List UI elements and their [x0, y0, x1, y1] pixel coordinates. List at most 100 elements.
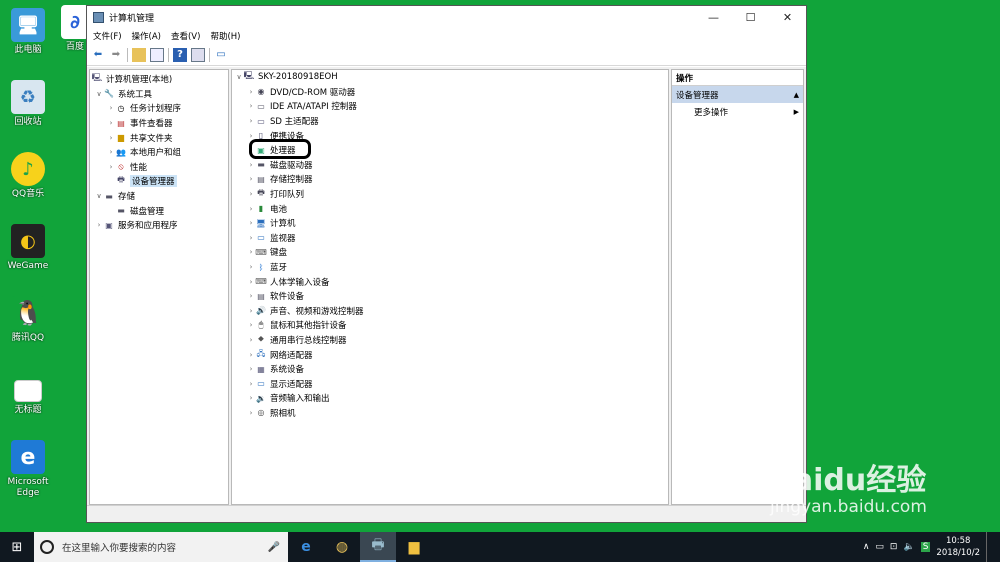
- device-category-row[interactable]: › ▭ 监视器: [232, 231, 668, 246]
- battery-icon[interactable]: ▭: [875, 542, 884, 552]
- back-icon[interactable]: ⬅: [91, 48, 105, 62]
- chevron-right-icon[interactable]: ›: [246, 263, 256, 271]
- menu-action[interactable]: 操作(A): [132, 30, 161, 42]
- device-category-row[interactable]: › ᛒ 蓝牙: [232, 260, 668, 275]
- up-folder-icon[interactable]: [132, 47, 146, 62]
- device-category-row[interactable]: › ⌨ 键盘: [232, 245, 668, 260]
- device-category-row[interactable]: › 🖱 鼠标和其他指针设备: [232, 318, 668, 333]
- chevron-right-icon[interactable]: ›: [246, 380, 256, 388]
- menu-help[interactable]: 帮助(H): [210, 30, 240, 42]
- more-actions[interactable]: 更多操作 ▶: [672, 103, 803, 120]
- chevron-right-icon[interactable]: ›: [106, 134, 116, 142]
- desktop-icon-qq-music[interactable]: ♪ QQ音乐: [2, 152, 54, 200]
- tree-task-scheduler[interactable]: › ◷ 任务计划程序: [90, 101, 228, 116]
- tree-shared-folders[interactable]: › ▆ 共享文件夹: [90, 130, 228, 145]
- chevron-right-icon[interactable]: ›: [246, 175, 256, 183]
- device-category-row[interactable]: › ⯁ 通用串行总线控制器: [232, 333, 668, 348]
- desktop-icon-qq[interactable]: 🐧 腾讯QQ: [2, 296, 54, 344]
- tree-services-apps[interactable]: › ▣ 服务和应用程序: [90, 218, 228, 233]
- chevron-right-icon[interactable]: ›: [106, 148, 116, 156]
- chevron-down-icon[interactable]: ∨: [94, 90, 104, 98]
- device-category-row[interactable]: › 🔊 声音、视频和游戏控制器: [232, 304, 668, 319]
- clock[interactable]: 10:58 2018/10/2: [936, 535, 980, 559]
- actions-section-device-manager[interactable]: 设备管理器 ▲: [672, 86, 803, 103]
- properties-icon[interactable]: [191, 47, 205, 62]
- volume-icon[interactable]: 🔈: [903, 542, 914, 552]
- input-method-icon[interactable]: S: [920, 542, 931, 552]
- chevron-right-icon[interactable]: ›: [246, 234, 256, 242]
- tree-disk-management[interactable]: ▬ 磁盘管理: [90, 203, 228, 218]
- chevron-right-icon[interactable]: ›: [94, 221, 104, 229]
- chevron-right-icon[interactable]: ›: [246, 190, 256, 198]
- collapse-arrow-icon[interactable]: ▲: [794, 91, 799, 99]
- desktop-icon-wegame[interactable]: ◐ WeGame: [2, 224, 54, 272]
- device-root-label: SKY-20180918EOH: [258, 72, 338, 83]
- device-category-row[interactable]: › ▭ IDE ATA/ATAPI 控制器: [232, 99, 668, 114]
- menu-file[interactable]: 文件(F): [93, 30, 122, 42]
- windows-start-icon[interactable]: ⊞: [0, 532, 34, 562]
- taskbar-ie-icon[interactable]: ◍: [324, 532, 360, 562]
- show-tree-icon[interactable]: [150, 47, 164, 62]
- chevron-right-icon[interactable]: ›: [106, 119, 116, 127]
- tree-event-viewer[interactable]: › ▤ 事件查看器: [90, 116, 228, 131]
- maximize-button[interactable]: ☐: [732, 6, 769, 28]
- chevron-right-icon[interactable]: ›: [106, 104, 116, 112]
- close-button[interactable]: ✕: [769, 6, 806, 28]
- desktop-icon-untitled[interactable]: 无标题: [2, 380, 54, 416]
- device-category-row[interactable]: › ▦ 系统设备: [232, 362, 668, 377]
- device-tree-root[interactable]: ∨ 🖳 SKY-20180918EOH: [232, 70, 668, 85]
- tray-chevron-up-icon[interactable]: ∧: [863, 542, 870, 552]
- device-category-row[interactable]: › ▤ 存储控制器: [232, 172, 668, 187]
- taskbar-file-explorer-icon[interactable]: ▆: [396, 532, 432, 562]
- device-category-row[interactable]: › 🖥 计算机: [232, 216, 668, 231]
- network-icon[interactable]: ⊡: [890, 542, 898, 552]
- chevron-right-icon[interactable]: ›: [246, 351, 256, 359]
- chevron-right-icon[interactable]: ›: [246, 205, 256, 213]
- device-category-row[interactable]: › ▭ 显示适配器: [232, 376, 668, 391]
- minimize-button[interactable]: —: [695, 6, 732, 28]
- device-category-row[interactable]: › ◉ DVD/CD-ROM 驱动器: [232, 85, 668, 100]
- taskbar-edge-icon[interactable]: e: [288, 532, 324, 562]
- show-desktop-button[interactable]: [986, 532, 1000, 562]
- tree-local-users[interactable]: › 👥 本地用户和组: [90, 145, 228, 160]
- desktop-icon-recycle-bin[interactable]: ♻ 回收站: [2, 80, 54, 128]
- chevron-right-icon[interactable]: ›: [246, 117, 256, 125]
- chevron-right-icon[interactable]: ›: [246, 292, 256, 300]
- chevron-right-icon[interactable]: ›: [246, 409, 256, 417]
- search-box[interactable]: 在这里输入你要搜索的内容 🎤: [34, 532, 288, 562]
- device-category-row[interactable]: › 🖧 网络适配器: [232, 347, 668, 362]
- chevron-right-icon[interactable]: ›: [106, 163, 116, 171]
- chevron-right-icon[interactable]: ›: [246, 88, 256, 96]
- tree-storage[interactable]: ∨ ▬ 存储: [90, 189, 228, 204]
- tree-performance[interactable]: › ⦸ 性能: [90, 160, 228, 175]
- tree-system-tools[interactable]: ∨ 🔧 系统工具: [90, 87, 228, 102]
- chevron-right-icon[interactable]: ›: [246, 219, 256, 227]
- forward-icon[interactable]: ➡: [109, 48, 123, 62]
- chevron-right-icon[interactable]: ›: [246, 102, 256, 110]
- chevron-right-icon[interactable]: ›: [246, 365, 256, 373]
- device-category-row[interactable]: › ▬ 磁盘驱动器: [232, 158, 668, 173]
- tree-device-manager[interactable]: 🖶 设备管理器: [90, 174, 228, 189]
- help-icon[interactable]: ?: [173, 47, 187, 62]
- chevron-right-icon[interactable]: ›: [246, 161, 256, 169]
- chevron-down-icon[interactable]: ∨: [234, 73, 244, 81]
- microphone-icon[interactable]: 🎤: [268, 542, 280, 553]
- chevron-right-icon[interactable]: ›: [246, 394, 256, 402]
- chevron-right-icon[interactable]: ›: [246, 321, 256, 329]
- desktop-icon-edge[interactable]: e Microsoft Edge: [2, 440, 54, 499]
- device-category-row[interactable]: › 🔉 音频输入和输出: [232, 391, 668, 406]
- tree-root[interactable]: 🖳 计算机管理(本地): [90, 72, 228, 87]
- device-category-row[interactable]: › 🖶 打印队列: [232, 187, 668, 202]
- chevron-right-icon[interactable]: ›: [246, 336, 256, 344]
- menu-view[interactable]: 查看(V): [171, 30, 200, 42]
- desktop-icon-this-pc[interactable]: 🖥 此电脑: [2, 8, 54, 56]
- taskbar-computer-management-icon[interactable]: 🖶: [360, 532, 396, 562]
- device-category-row[interactable]: › ⌨ 人体学输入设备: [232, 274, 668, 289]
- device-category-row[interactable]: › ▮ 电池: [232, 201, 668, 216]
- device-category-row[interactable]: › ▭ SD 主适配器: [232, 114, 668, 129]
- device-category-row[interactable]: › ◎ 照相机: [232, 406, 668, 421]
- chevron-down-icon[interactable]: ∨: [94, 192, 104, 200]
- chevron-right-icon[interactable]: ›: [246, 307, 256, 315]
- device-category-row[interactable]: › ▤ 软件设备: [232, 289, 668, 304]
- monitor-icon[interactable]: ▭: [214, 48, 228, 62]
